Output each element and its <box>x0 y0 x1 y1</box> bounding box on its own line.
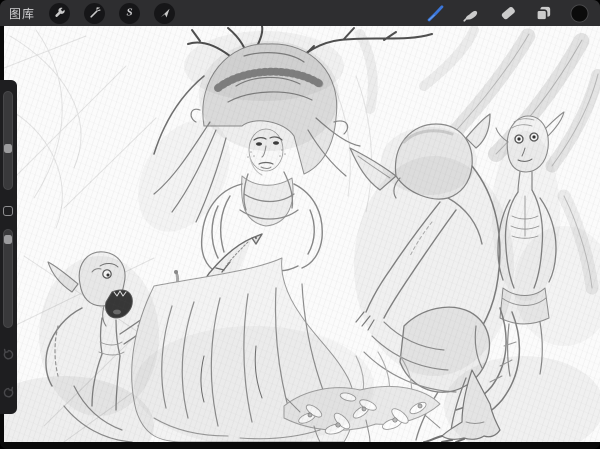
layers-icon <box>534 4 553 23</box>
paint-tool-button[interactable] <box>425 3 445 23</box>
erase-tool-button[interactable] <box>497 3 517 23</box>
actions-button[interactable] <box>49 3 70 24</box>
brush-size-handle[interactable] <box>4 144 12 153</box>
smudge-brush-icon <box>462 4 481 23</box>
adjustments-button[interactable] <box>84 3 105 24</box>
brush-size-slider[interactable] <box>3 91 13 190</box>
brush-sidebar <box>0 80 17 414</box>
procreate-window: 图库 S <box>0 0 600 449</box>
toolbar-right-group <box>425 3 589 23</box>
toolbar-left-group: 图库 S <box>9 3 175 24</box>
color-swatch <box>570 4 589 23</box>
magic-wand-icon <box>89 7 101 19</box>
modify-button[interactable] <box>3 206 13 216</box>
undo-button[interactable] <box>2 348 15 361</box>
gallery-button[interactable]: 图库 <box>9 5 35 22</box>
move-arrow-icon <box>159 7 171 19</box>
brush-opacity-handle[interactable] <box>4 235 12 244</box>
transform-button[interactable] <box>154 3 175 24</box>
color-button[interactable] <box>569 3 589 23</box>
selection-s-icon: S <box>126 7 132 18</box>
eraser-icon <box>498 4 517 23</box>
smudge-tool-button[interactable] <box>461 3 481 23</box>
canvas-artwork <box>4 26 600 442</box>
selection-button[interactable]: S <box>119 3 140 24</box>
drawing-canvas[interactable] <box>4 26 600 442</box>
brush-opacity-slider[interactable] <box>3 229 13 328</box>
redo-icon <box>2 386 15 399</box>
layers-button[interactable] <box>533 3 553 23</box>
tone-shading <box>4 31 600 442</box>
wrench-icon <box>54 7 66 19</box>
redo-button[interactable] <box>2 386 15 399</box>
top-toolbar: 图库 S <box>0 0 600 26</box>
undo-icon <box>2 348 15 361</box>
brush-stroke-icon <box>426 4 445 23</box>
